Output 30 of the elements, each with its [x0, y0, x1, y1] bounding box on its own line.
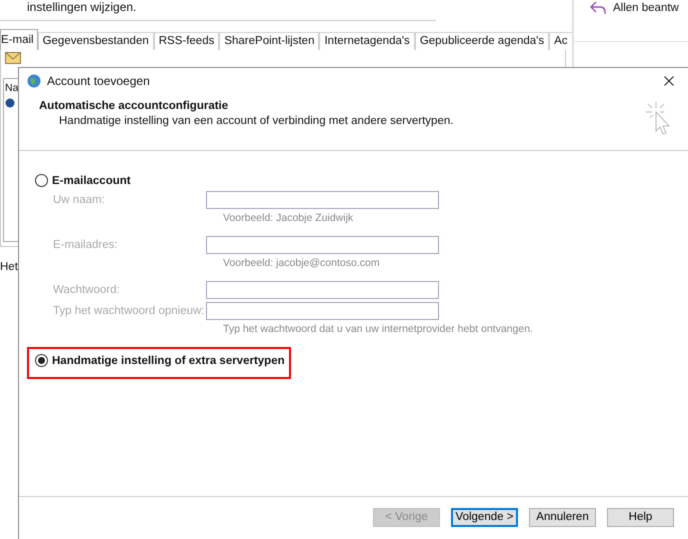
tab[interactable]: Ac — [549, 32, 572, 50]
window-title: Account toevoegen — [47, 74, 151, 88]
hint-text: Voorbeeld: jacobje@contoso.com — [223, 257, 381, 269]
tab[interactable]: E-mail — [0, 29, 38, 50]
dialog-button[interactable]: Volgende > — [451, 508, 518, 526]
column-header: Na — [5, 82, 18, 94]
field-label: Wachtwoord: — [53, 284, 121, 296]
tab[interactable]: Gepubliceerde agenda's — [414, 32, 550, 50]
close-icon — [664, 76, 674, 86]
reply-all-button[interactable]: Allen beantw — [574, 0, 688, 42]
envelope-icon — [5, 52, 21, 64]
hint-text: Typ het wachtwoord dat u van uw internetprovider hebt ontvangen. — [223, 323, 533, 335]
dialog-subheading: Handmatige instelling van een account of verbinding met andere servertypen. — [59, 115, 454, 127]
header-text: instellingen wijzigen. — [0, 0, 436, 21]
reply-arrow-icon — [590, 0, 606, 14]
tab[interactable]: SharePoint-lijsten — [219, 32, 320, 50]
field-label: E-mailadres: — [53, 239, 119, 251]
tab[interactable]: Gegevensbestanden — [38, 32, 154, 50]
tab[interactable]: Internetagenda's — [319, 32, 415, 50]
radio-button[interactable]: E-mailaccount — [33, 173, 133, 188]
dialog-heading: Automatische accountconfiguratie — [39, 100, 230, 112]
dialog-button[interactable]: Annuleren — [529, 508, 596, 526]
hint-text: Voorbeeld: Jacobje Zuidwijk — [223, 212, 354, 224]
status-text: Het — [0, 261, 18, 273]
close-button[interactable] — [662, 74, 676, 88]
field-label: Typ het wachtwoord opnieuw: — [53, 305, 206, 317]
tab[interactable]: RSS-feeds — [154, 32, 220, 50]
dialog-button[interactable]: Help — [607, 508, 674, 526]
radio-button[interactable]: Handmatige instelling of extra servertypen — [33, 353, 287, 368]
field-label: Uw naam: — [53, 194, 106, 206]
